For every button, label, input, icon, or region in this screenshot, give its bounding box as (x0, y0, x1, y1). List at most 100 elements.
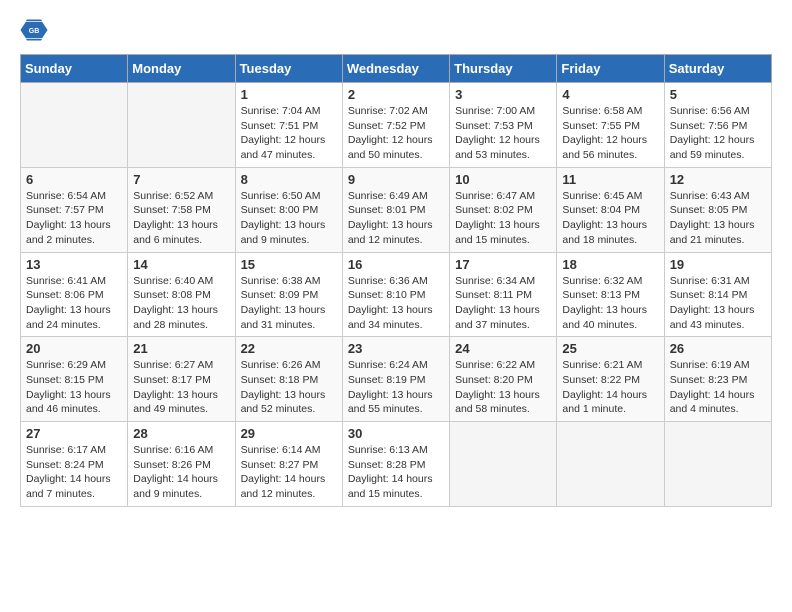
calendar-week-1: 1 Sunrise: 7:04 AM Sunset: 7:51 PM Daylig… (21, 83, 772, 168)
weekday-header-tuesday: Tuesday (235, 55, 342, 83)
day-info: Sunrise: 6:26 AM Sunset: 8:18 PM Dayligh… (241, 358, 337, 417)
day-info: Sunrise: 6:31 AM Sunset: 8:14 PM Dayligh… (670, 274, 766, 333)
calendar-cell: 21 Sunrise: 6:27 AM Sunset: 8:17 PM Dayli… (128, 337, 235, 422)
day-info: Sunrise: 6:56 AM Sunset: 7:56 PM Dayligh… (670, 104, 766, 163)
calendar-cell: 13 Sunrise: 6:41 AM Sunset: 8:06 PM Dayli… (21, 252, 128, 337)
day-number: 19 (670, 257, 766, 272)
calendar-cell: 9 Sunrise: 6:49 AM Sunset: 8:01 PM Daylig… (342, 167, 449, 252)
calendar-cell: 19 Sunrise: 6:31 AM Sunset: 8:14 PM Dayli… (664, 252, 771, 337)
day-info: Sunrise: 7:00 AM Sunset: 7:53 PM Dayligh… (455, 104, 551, 163)
logo-icon: GB (20, 16, 48, 44)
day-number: 6 (26, 172, 122, 187)
calendar-cell: 28 Sunrise: 6:16 AM Sunset: 8:26 PM Dayli… (128, 422, 235, 507)
day-number: 24 (455, 341, 551, 356)
calendar-cell: 18Sunrise: 6:32 AM Sunset: 8:13 PM Dayli… (557, 252, 664, 337)
day-number: 27 (26, 426, 122, 441)
day-info: Sunrise: 6:19 AM Sunset: 8:23 PM Dayligh… (670, 358, 766, 417)
calendar-cell: 17 Sunrise: 6:34 AM Sunset: 8:11 PM Dayli… (450, 252, 557, 337)
logo: GB (20, 16, 52, 44)
day-number: 4 (562, 87, 658, 102)
calendar-cell: 3 Sunrise: 7:00 AM Sunset: 7:53 PM Daylig… (450, 83, 557, 168)
day-number: 15 (241, 257, 337, 272)
day-number: 11 (562, 172, 658, 187)
day-info: Sunrise: 6:54 AM Sunset: 7:57 PM Dayligh… (26, 189, 122, 248)
day-number: 29 (241, 426, 337, 441)
weekday-header-row: SundayMondayTuesdayWednesdayThursdayFrid… (21, 55, 772, 83)
day-number: 30 (348, 426, 444, 441)
calendar-cell: 6 Sunrise: 6:54 AM Sunset: 7:57 PM Daylig… (21, 167, 128, 252)
weekday-header-sunday: Sunday (21, 55, 128, 83)
day-number: 2 (348, 87, 444, 102)
day-number: 14 (133, 257, 229, 272)
day-info: Sunrise: 7:02 AM Sunset: 7:52 PM Dayligh… (348, 104, 444, 163)
calendar-cell: 29 Sunrise: 6:14 AM Sunset: 8:27 PM Dayli… (235, 422, 342, 507)
page: GB SundayMondayTuesdayWednesdayThursdayF… (0, 0, 792, 523)
day-number: 21 (133, 341, 229, 356)
day-info: Sunrise: 6:17 AM Sunset: 8:24 PM Dayligh… (26, 443, 122, 502)
day-info: Sunrise: 6:45 AM Sunset: 8:04 PM Dayligh… (562, 189, 658, 248)
day-info: Sunrise: 6:38 AM Sunset: 8:09 PM Dayligh… (241, 274, 337, 333)
day-info: Sunrise: 7:04 AM Sunset: 7:51 PM Dayligh… (241, 104, 337, 163)
day-number: 9 (348, 172, 444, 187)
header: GB (20, 16, 772, 44)
day-number: 8 (241, 172, 337, 187)
calendar-week-5: 27 Sunrise: 6:17 AM Sunset: 8:24 PM Dayli… (21, 422, 772, 507)
day-info: Sunrise: 6:21 AM Sunset: 8:22 PM Dayligh… (562, 358, 658, 417)
day-number: 20 (26, 341, 122, 356)
calendar-cell: 5 Sunrise: 6:56 AM Sunset: 7:56 PM Daylig… (664, 83, 771, 168)
day-number: 16 (348, 257, 444, 272)
day-info: Sunrise: 6:43 AM Sunset: 8:05 PM Dayligh… (670, 189, 766, 248)
calendar-cell: 7Sunrise: 6:52 AM Sunset: 7:58 PM Daylig… (128, 167, 235, 252)
calendar-cell: 10 Sunrise: 6:47 AM Sunset: 8:02 PM Dayli… (450, 167, 557, 252)
calendar-cell: 20 Sunrise: 6:29 AM Sunset: 8:15 PM Dayli… (21, 337, 128, 422)
day-info: Sunrise: 6:52 AM Sunset: 7:58 PM Dayligh… (133, 189, 229, 248)
calendar-cell: 23Sunrise: 6:24 AM Sunset: 8:19 PM Dayli… (342, 337, 449, 422)
calendar-cell (450, 422, 557, 507)
calendar-cell (557, 422, 664, 507)
calendar-cell: 11 Sunrise: 6:45 AM Sunset: 8:04 PM Dayli… (557, 167, 664, 252)
calendar-cell: 14Sunrise: 6:40 AM Sunset: 8:08 PM Dayli… (128, 252, 235, 337)
calendar-cell (128, 83, 235, 168)
day-number: 5 (670, 87, 766, 102)
day-number: 17 (455, 257, 551, 272)
day-info: Sunrise: 6:41 AM Sunset: 8:06 PM Dayligh… (26, 274, 122, 333)
weekday-header-monday: Monday (128, 55, 235, 83)
calendar-cell: 30 Sunrise: 6:13 AM Sunset: 8:28 PM Dayli… (342, 422, 449, 507)
calendar-cell: 25 Sunrise: 6:21 AM Sunset: 8:22 PM Dayli… (557, 337, 664, 422)
day-number: 13 (26, 257, 122, 272)
calendar-cell: 4 Sunrise: 6:58 AM Sunset: 7:55 PM Daylig… (557, 83, 664, 168)
day-info: Sunrise: 6:27 AM Sunset: 8:17 PM Dayligh… (133, 358, 229, 417)
calendar-table: SundayMondayTuesdayWednesdayThursdayFrid… (20, 54, 772, 507)
weekday-header-wednesday: Wednesday (342, 55, 449, 83)
calendar-cell: 27 Sunrise: 6:17 AM Sunset: 8:24 PM Dayli… (21, 422, 128, 507)
day-number: 10 (455, 172, 551, 187)
day-number: 22 (241, 341, 337, 356)
day-info: Sunrise: 6:29 AM Sunset: 8:15 PM Dayligh… (26, 358, 122, 417)
day-info: Sunrise: 6:22 AM Sunset: 8:20 PM Dayligh… (455, 358, 551, 417)
day-info: Sunrise: 6:24 AM Sunset: 8:19 PM Dayligh… (348, 358, 444, 417)
calendar-week-2: 6 Sunrise: 6:54 AM Sunset: 7:57 PM Daylig… (21, 167, 772, 252)
day-info: Sunrise: 6:16 AM Sunset: 8:26 PM Dayligh… (133, 443, 229, 502)
day-info: Sunrise: 6:14 AM Sunset: 8:27 PM Dayligh… (241, 443, 337, 502)
calendar-cell: 26Sunrise: 6:19 AM Sunset: 8:23 PM Dayli… (664, 337, 771, 422)
calendar-cell (664, 422, 771, 507)
day-info: Sunrise: 6:47 AM Sunset: 8:02 PM Dayligh… (455, 189, 551, 248)
day-info: Sunrise: 6:34 AM Sunset: 8:11 PM Dayligh… (455, 274, 551, 333)
weekday-header-saturday: Saturday (664, 55, 771, 83)
day-number: 28 (133, 426, 229, 441)
day-info: Sunrise: 6:58 AM Sunset: 7:55 PM Dayligh… (562, 104, 658, 163)
day-number: 1 (241, 87, 337, 102)
day-info: Sunrise: 6:13 AM Sunset: 8:28 PM Dayligh… (348, 443, 444, 502)
calendar-cell (21, 83, 128, 168)
calendar-week-4: 20 Sunrise: 6:29 AM Sunset: 8:15 PM Dayli… (21, 337, 772, 422)
calendar-cell: 12Sunrise: 6:43 AM Sunset: 8:05 PM Dayli… (664, 167, 771, 252)
day-number: 25 (562, 341, 658, 356)
calendar-cell: 1 Sunrise: 7:04 AM Sunset: 7:51 PM Daylig… (235, 83, 342, 168)
day-number: 3 (455, 87, 551, 102)
day-info: Sunrise: 6:50 AM Sunset: 8:00 PM Dayligh… (241, 189, 337, 248)
day-number: 18 (562, 257, 658, 272)
svg-text:GB: GB (29, 28, 40, 35)
day-info: Sunrise: 6:49 AM Sunset: 8:01 PM Dayligh… (348, 189, 444, 248)
calendar-cell: 15 Sunrise: 6:38 AM Sunset: 8:09 PM Dayli… (235, 252, 342, 337)
calendar-week-3: 13 Sunrise: 6:41 AM Sunset: 8:06 PM Dayli… (21, 252, 772, 337)
